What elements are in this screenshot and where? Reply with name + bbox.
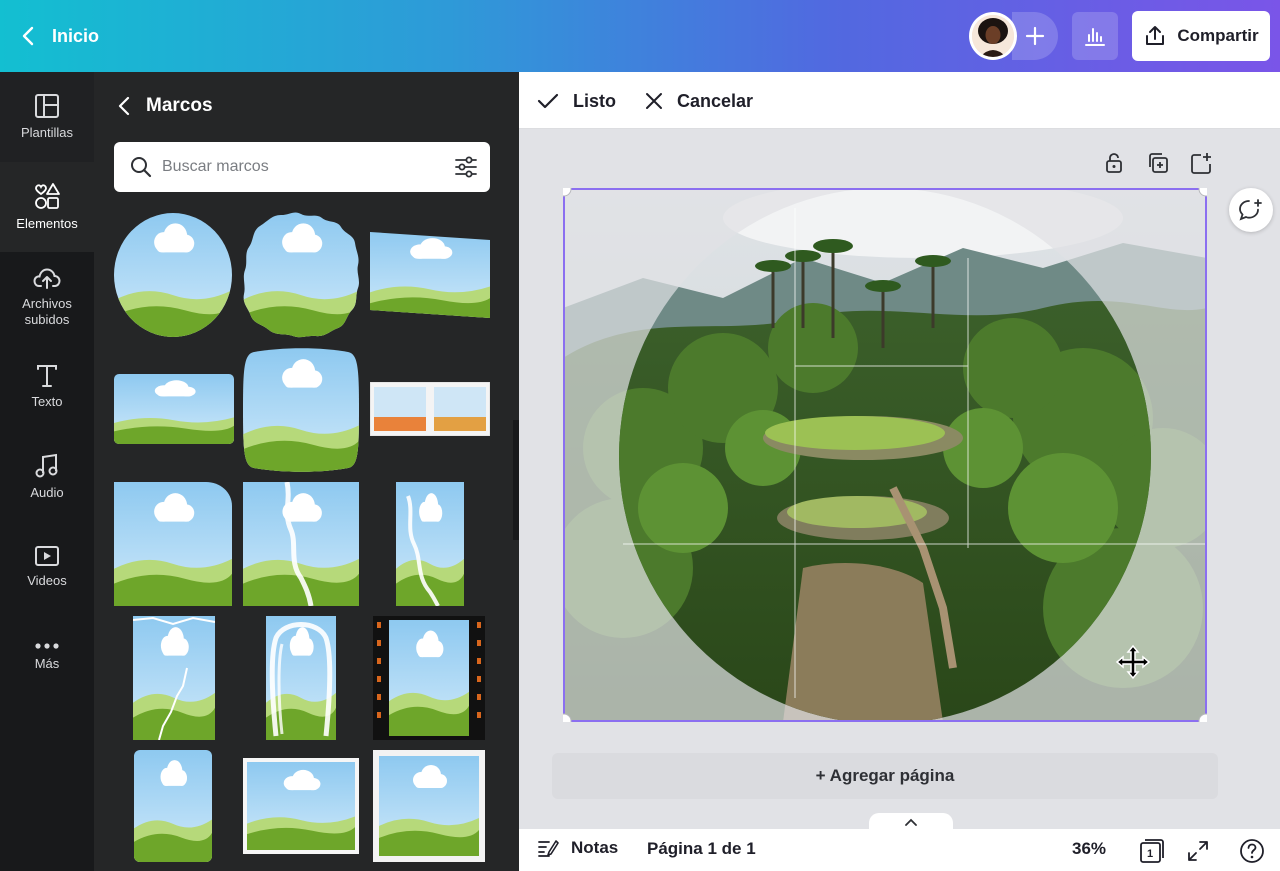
page-grid-button[interactable]: 1: [1139, 838, 1165, 864]
share-label: Compartir: [1177, 26, 1259, 45]
crop-toolbar: Listo Cancelar: [519, 72, 1280, 129]
help-icon[interactable]: [1239, 838, 1265, 864]
bar-chart-icon: [1085, 28, 1105, 46]
frame-rounded-tall[interactable]: [134, 750, 212, 862]
rail-item-elements[interactable]: Elementos: [0, 162, 94, 252]
close-icon: [646, 93, 662, 109]
done-button[interactable]: Listo: [537, 86, 616, 116]
frame-cut-corner[interactable]: [114, 482, 232, 606]
frame-torn-paper[interactable]: [243, 482, 359, 606]
frames-panel: Marcos: [94, 72, 519, 871]
rail-item-videos[interactable]: Videos: [0, 522, 94, 612]
share-button[interactable]: Compartir: [1132, 11, 1270, 61]
done-label: Listo: [573, 90, 616, 111]
rail-item-uploads[interactable]: Archivos subidos: [0, 252, 94, 342]
top-bar: Inicio Compartir: [0, 0, 1280, 72]
back-home-button[interactable]: Inicio: [22, 20, 99, 52]
notes-icon: [538, 840, 559, 857]
fullscreen-icon[interactable]: [1187, 840, 1209, 862]
shapes-icon: [35, 183, 60, 209]
filter-sliders-icon[interactable]: [454, 156, 478, 178]
search-input[interactable]: [162, 158, 432, 176]
music-note-icon: [35, 453, 58, 478]
frame-white-border[interactable]: [243, 758, 359, 854]
check-icon: [537, 93, 559, 109]
page-indicator: Página 1 de 1: [647, 839, 756, 858]
frame-squircle[interactable]: [242, 348, 360, 472]
frame-photo-paper[interactable]: [373, 750, 485, 862]
rail-label-uploads: Archivos subidos: [22, 296, 72, 327]
chevron-up-icon: [905, 818, 917, 826]
rail-label-more: Más: [34, 656, 60, 671]
frame-cracked[interactable]: [133, 616, 215, 740]
frame-circle[interactable]: [114, 212, 232, 338]
chevron-left-icon: [22, 26, 34, 46]
frame-scalloped[interactable]: [242, 212, 360, 338]
duplicate-icon[interactable]: [1146, 151, 1170, 175]
frame-torn-narrow[interactable]: [396, 482, 464, 606]
design-page[interactable]: [563, 188, 1207, 722]
rail-item-text[interactable]: Texto: [0, 342, 94, 432]
comment-plus-icon: [1239, 199, 1262, 221]
frame-polaroid-strip[interactable]: [370, 382, 490, 436]
back-home-label: Inicio: [52, 25, 100, 46]
back-chevron-icon[interactable]: [118, 96, 130, 116]
add-page-icon[interactable]: [1189, 151, 1213, 175]
rail-label-text: Texto: [31, 394, 63, 409]
panel-title: Marcos: [146, 95, 213, 116]
rail-item-audio[interactable]: Audio: [0, 432, 94, 522]
add-collaborator-button[interactable]: [1012, 12, 1058, 60]
notes-label: Notas: [571, 838, 619, 857]
cancel-button[interactable]: Cancelar: [645, 86, 753, 116]
text-icon: [37, 365, 57, 387]
lock-icon[interactable]: [1102, 151, 1126, 175]
bottom-bar: Notas Página 1 de 1 36% 1: [519, 829, 1280, 871]
add-page-button[interactable]: + Agregar página: [552, 753, 1218, 799]
rail-label-audio: Audio: [30, 485, 64, 500]
frame-film-strip[interactable]: [373, 616, 485, 740]
cloud-upload-icon: [33, 268, 61, 289]
frame-brush-outline[interactable]: [266, 616, 336, 740]
canvas-area: + Agregar página: [519, 129, 1280, 829]
search-box[interactable]: [114, 142, 490, 192]
add-comment-button[interactable]: [1229, 188, 1273, 232]
side-rail: Plantillas Elementos Archivos subidos Te…: [0, 72, 94, 871]
frame-rounded-rect[interactable]: [114, 374, 234, 444]
avatar[interactable]: [969, 12, 1017, 60]
panel-header: Marcos: [118, 92, 213, 120]
plus-icon: [1025, 26, 1045, 46]
insights-button[interactable]: [1072, 12, 1118, 60]
rail-label-videos: Videos: [27, 573, 67, 588]
rail-label-templates: Plantillas: [20, 125, 74, 140]
layout-icon: [35, 94, 59, 118]
search-icon: [131, 157, 152, 178]
page-count: 1: [1147, 848, 1154, 860]
zoom-level[interactable]: 36%: [1072, 839, 1106, 859]
frame-slanted[interactable]: [368, 230, 492, 320]
rail-item-more[interactable]: Más: [0, 612, 94, 702]
notes-button[interactable]: Notas: [537, 838, 618, 858]
rail-item-templates[interactable]: Plantillas: [0, 72, 94, 162]
cancel-label: Cancelar: [677, 90, 754, 111]
rail-label-elements: Elementos: [16, 216, 78, 231]
more-dots-icon: [35, 643, 59, 649]
editor-workspace: Listo Cancelar + Agregar página Notas Pá…: [519, 72, 1280, 871]
upload-share-icon: [1146, 26, 1165, 45]
play-icon: [35, 546, 59, 566]
